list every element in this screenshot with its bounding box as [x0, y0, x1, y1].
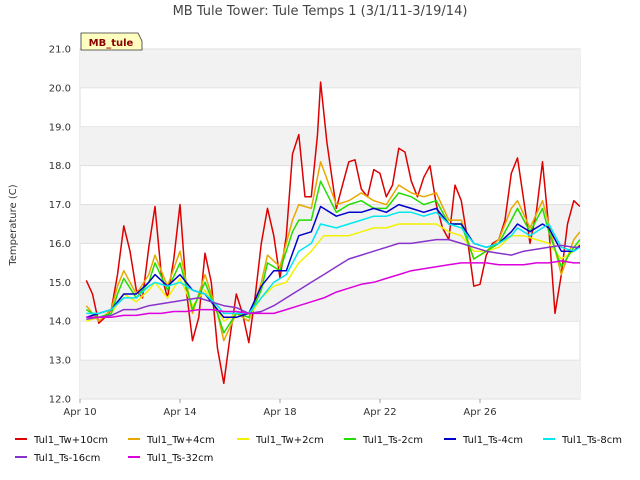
- y-tick-label: 16.0: [49, 239, 71, 250]
- x-tick-label: Apr 22: [363, 407, 396, 418]
- y-tick-label: 15.0: [49, 278, 71, 289]
- grid-band: [80, 49, 580, 88]
- legend-label: Tul1_Ts-32cm: [146, 453, 213, 464]
- legend-label: Tul1_Ts-4cm: [462, 435, 523, 446]
- chart-title: MB Tule Tower: Tule Temps 1 (3/1/11-3/19…: [173, 4, 468, 19]
- annotation-text: MB_tule: [89, 38, 134, 49]
- line-chart: MB Tule Tower: Tule Temps 1 (3/1/11-3/19…: [8, 4, 622, 464]
- legend-label: Tul1_Tw+10cm: [33, 435, 108, 446]
- grid-band: [80, 360, 580, 399]
- y-axis-ticks: 12.0 13.0 14.0 15.0 16.0 17.0 18.0 19.0 20.0 21.0: [49, 45, 71, 406]
- x-tick-label: Apr 18: [263, 407, 296, 418]
- y-tick-label: 19.0: [49, 122, 71, 133]
- y-tick-label: 21.0: [49, 45, 71, 56]
- y-tick-label: 13.0: [49, 356, 71, 367]
- legend-label: Tul1_Ts-2cm: [362, 435, 423, 446]
- y-tick-label: 18.0: [49, 161, 71, 172]
- y-axis-label: Temperature (C): [8, 184, 19, 266]
- x-tick-label: Apr 26: [463, 407, 496, 418]
- y-tick-label: 20.0: [49, 83, 71, 94]
- annotation-badge: MB_tule: [80, 32, 143, 51]
- legend: Tul1_Tw+10cm Tul1_Tw+4cm Tul1_Tw+2cm Tul1_T…: [15, 435, 622, 464]
- y-tick-label: 17.0: [49, 200, 71, 211]
- x-axis-ticks: Apr 10 Apr 14 Apr 18 Apr 22 Apr 26: [63, 399, 497, 418]
- legend-label: Tul1_Tw+2cm: [255, 435, 324, 446]
- y-tick-label: 14.0: [49, 317, 71, 328]
- y-tick-label: 12.0: [49, 395, 71, 406]
- x-tick-label: Apr 10: [63, 407, 96, 418]
- x-tick-label: Apr 14: [163, 407, 196, 418]
- legend-label: Tul1_Ts-16cm: [33, 453, 100, 464]
- legend-label: Tul1_Ts-8cm: [561, 435, 622, 446]
- grid-band: [80, 282, 580, 322]
- legend-label: Tul1_Tw+4cm: [146, 435, 215, 446]
